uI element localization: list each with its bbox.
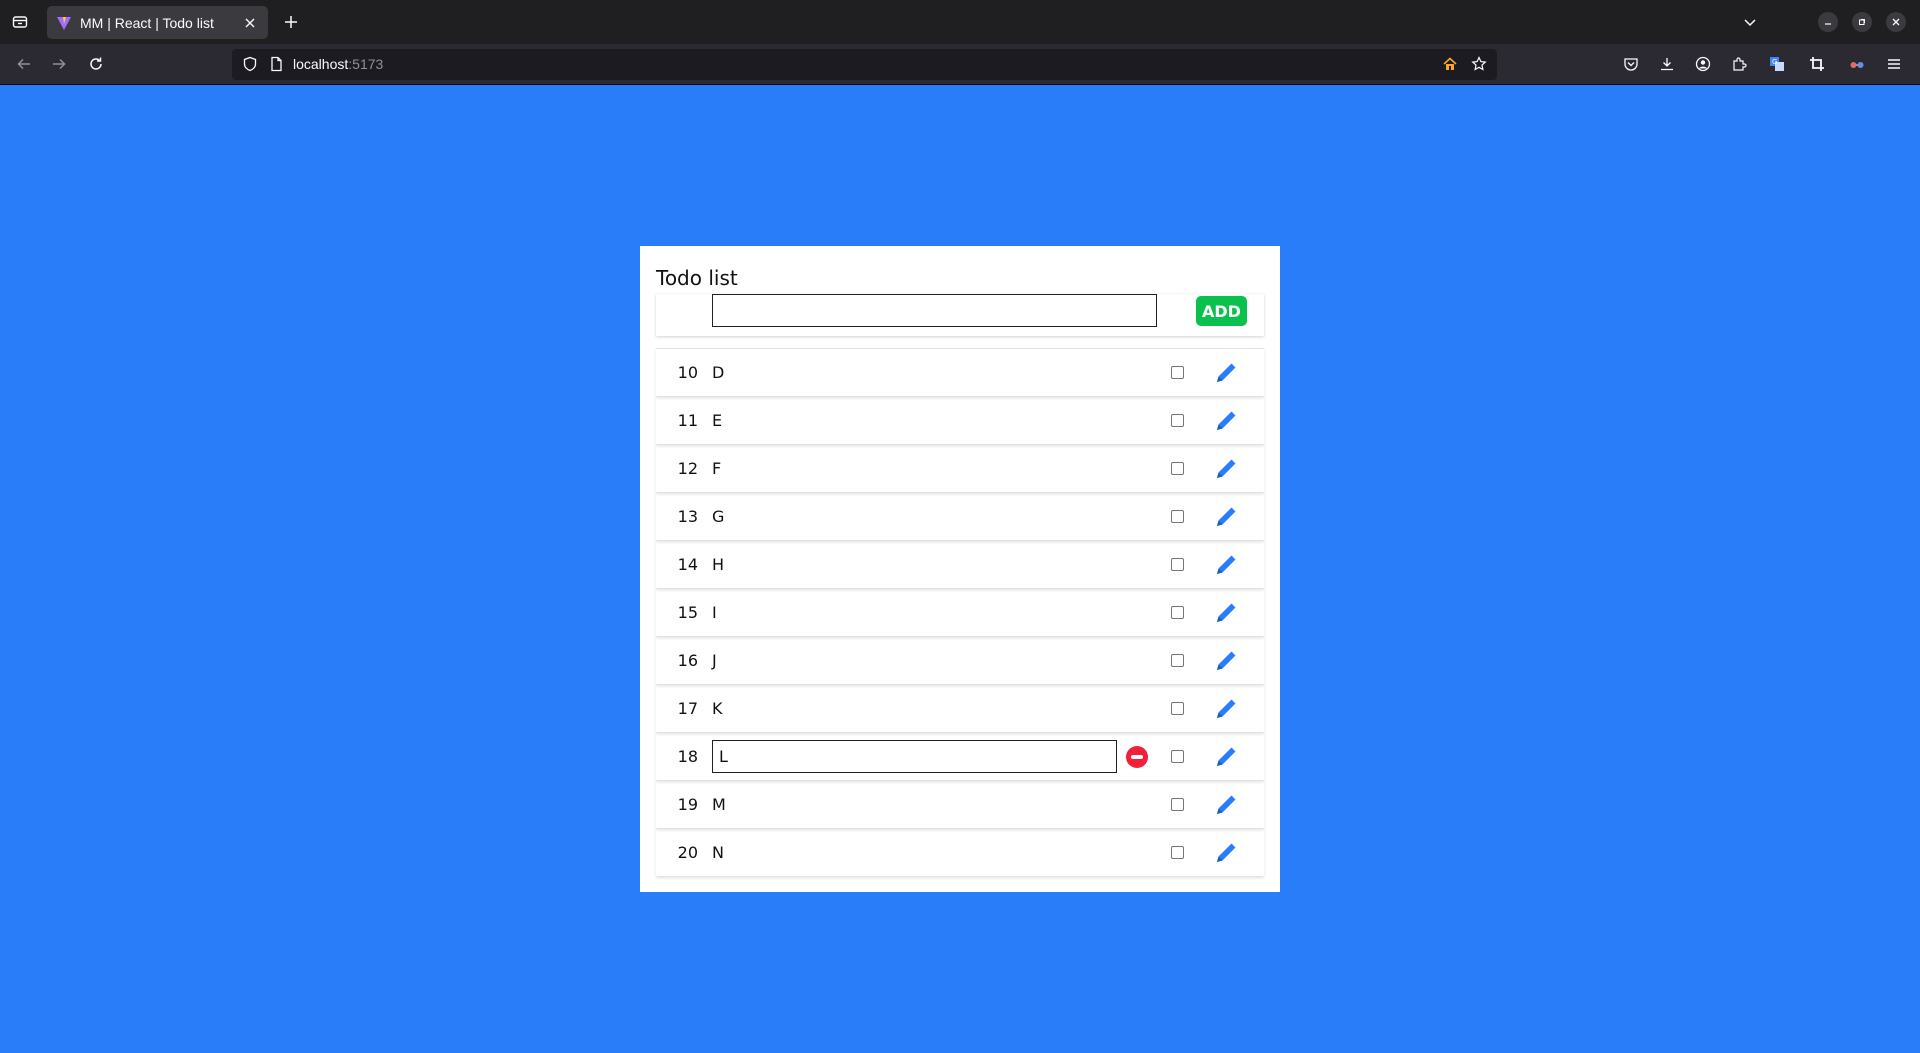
todo-row: 20 N xyxy=(656,828,1264,876)
new-tab-icon[interactable] xyxy=(280,11,302,33)
todo-text: F xyxy=(712,459,722,478)
pencil-edit-icon[interactable] xyxy=(1212,599,1240,627)
todo-row: 17 K xyxy=(656,684,1264,732)
pencil-edit-icon[interactable] xyxy=(1212,743,1240,771)
todo-done-checkbox[interactable] xyxy=(1171,702,1184,715)
minimize-window-icon[interactable] xyxy=(1818,12,1838,32)
pencil-edit-icon[interactable] xyxy=(1212,839,1240,867)
close-window-icon[interactable] xyxy=(1886,12,1906,32)
pencil-edit-icon[interactable] xyxy=(1212,791,1240,819)
back-arrow-icon[interactable] xyxy=(14,54,34,74)
downloads-icon[interactable] xyxy=(1657,54,1677,74)
svg-text:G: G xyxy=(1772,58,1777,66)
tab-title: MM | React | Todo list xyxy=(80,14,214,31)
url-bar[interactable]: localhost:5173 xyxy=(232,49,1497,80)
todo-text: M xyxy=(712,795,726,814)
todo-edit-input[interactable] xyxy=(712,740,1117,773)
shield-icon[interactable] xyxy=(242,56,258,76)
todo-done-checkbox[interactable] xyxy=(1171,798,1184,811)
tab-close-icon[interactable] xyxy=(241,14,259,32)
pocket-icon[interactable] xyxy=(1621,54,1641,74)
reload-icon[interactable] xyxy=(86,54,106,74)
todo-done-checkbox[interactable] xyxy=(1171,846,1184,859)
todo-done-checkbox[interactable] xyxy=(1171,558,1184,571)
todo-card: Todo list ADD 10 D 11 E 12 F 13 G 14 H 15 I 16 J 17 K 18… xyxy=(640,246,1280,892)
todo-done-checkbox[interactable] xyxy=(1171,462,1184,475)
todo-number: 13 xyxy=(677,507,698,526)
page-title: Todo list xyxy=(656,266,738,290)
translate-icon[interactable]: G xyxy=(1767,54,1787,74)
todo-row: 19 M xyxy=(656,780,1264,828)
pencil-edit-icon[interactable] xyxy=(1212,647,1240,675)
page-info-icon[interactable] xyxy=(268,56,284,76)
todo-row: 15 I xyxy=(656,588,1264,636)
todo-done-checkbox[interactable] xyxy=(1171,510,1184,523)
add-button[interactable]: ADD xyxy=(1196,296,1247,326)
todo-row: 13 G xyxy=(656,492,1264,540)
todo-row: 16 J xyxy=(656,636,1264,684)
pencil-edit-icon[interactable] xyxy=(1212,503,1240,531)
restore-window-icon[interactable] xyxy=(1852,12,1872,32)
remove-todo-icon[interactable] xyxy=(1126,746,1148,768)
todo-text: D xyxy=(712,363,725,382)
todo-list: 10 D 11 E 12 F 13 G 14 H 15 I 16 J 17 K 18 19 M 20 N xyxy=(656,348,1264,876)
pencil-edit-icon[interactable] xyxy=(1212,695,1240,723)
todo-done-checkbox[interactable] xyxy=(1171,654,1184,667)
todo-number: 15 xyxy=(677,603,698,622)
todo-number: 12 xyxy=(677,459,698,478)
extensions-icon[interactable] xyxy=(1729,54,1749,74)
todo-done-checkbox[interactable] xyxy=(1171,750,1184,763)
todo-text: H xyxy=(712,555,725,574)
forward-arrow-icon[interactable] xyxy=(49,54,69,74)
pencil-edit-icon[interactable] xyxy=(1212,359,1240,387)
todo-text: G xyxy=(712,507,725,526)
tab-overflow-chevron-icon[interactable] xyxy=(1740,12,1760,32)
todo-row: 12 F xyxy=(656,444,1264,492)
extension-glasses-icon[interactable] xyxy=(1847,54,1867,74)
vite-favicon-icon xyxy=(56,15,72,31)
todo-text: N xyxy=(712,843,724,862)
tab-list-icon[interactable] xyxy=(0,0,40,44)
todo-number: 18 xyxy=(677,747,698,766)
todo-number: 16 xyxy=(677,651,698,670)
todo-text: E xyxy=(712,411,723,430)
home-icon[interactable] xyxy=(1442,56,1458,76)
todo-number: 19 xyxy=(677,795,698,814)
pencil-edit-icon[interactable] xyxy=(1212,407,1240,435)
todo-text: J xyxy=(712,651,717,670)
todo-number: 17 xyxy=(677,699,698,718)
todo-row: 14 H xyxy=(656,540,1264,588)
crop-screenshot-icon[interactable] xyxy=(1807,54,1827,74)
new-todo-input[interactable] xyxy=(712,294,1157,327)
todo-row: 11 E xyxy=(656,396,1264,444)
todo-text: K xyxy=(712,699,723,718)
todo-done-checkbox[interactable] xyxy=(1171,414,1184,427)
todo-number: 11 xyxy=(677,411,698,430)
todo-number: 20 xyxy=(677,843,698,862)
todo-row: 10 D xyxy=(656,348,1264,396)
hamburger-menu-icon[interactable] xyxy=(1884,54,1904,74)
todo-row: 18 xyxy=(656,732,1264,780)
bookmark-star-icon[interactable] xyxy=(1471,56,1487,76)
todo-text: I xyxy=(712,603,717,622)
todo-done-checkbox[interactable] xyxy=(1171,366,1184,379)
todo-number: 14 xyxy=(677,555,698,574)
browser-tab-active[interactable]: MM | React | Todo list xyxy=(47,6,268,39)
pencil-edit-icon[interactable] xyxy=(1212,455,1240,483)
browser-nav-bar: localhost:5173 G xyxy=(0,44,1920,85)
url-port: :5173 xyxy=(348,56,384,72)
url-text[interactable]: localhost:5173 xyxy=(293,56,383,72)
todo-done-checkbox[interactable] xyxy=(1171,606,1184,619)
todo-number: 10 xyxy=(677,363,698,382)
pencil-edit-icon[interactable] xyxy=(1212,551,1240,579)
add-todo-row: ADD xyxy=(656,294,1264,336)
browser-tab-bar: MM | React | Todo list xyxy=(0,0,1920,44)
url-host: localhost xyxy=(293,56,349,72)
account-icon[interactable] xyxy=(1693,54,1713,74)
